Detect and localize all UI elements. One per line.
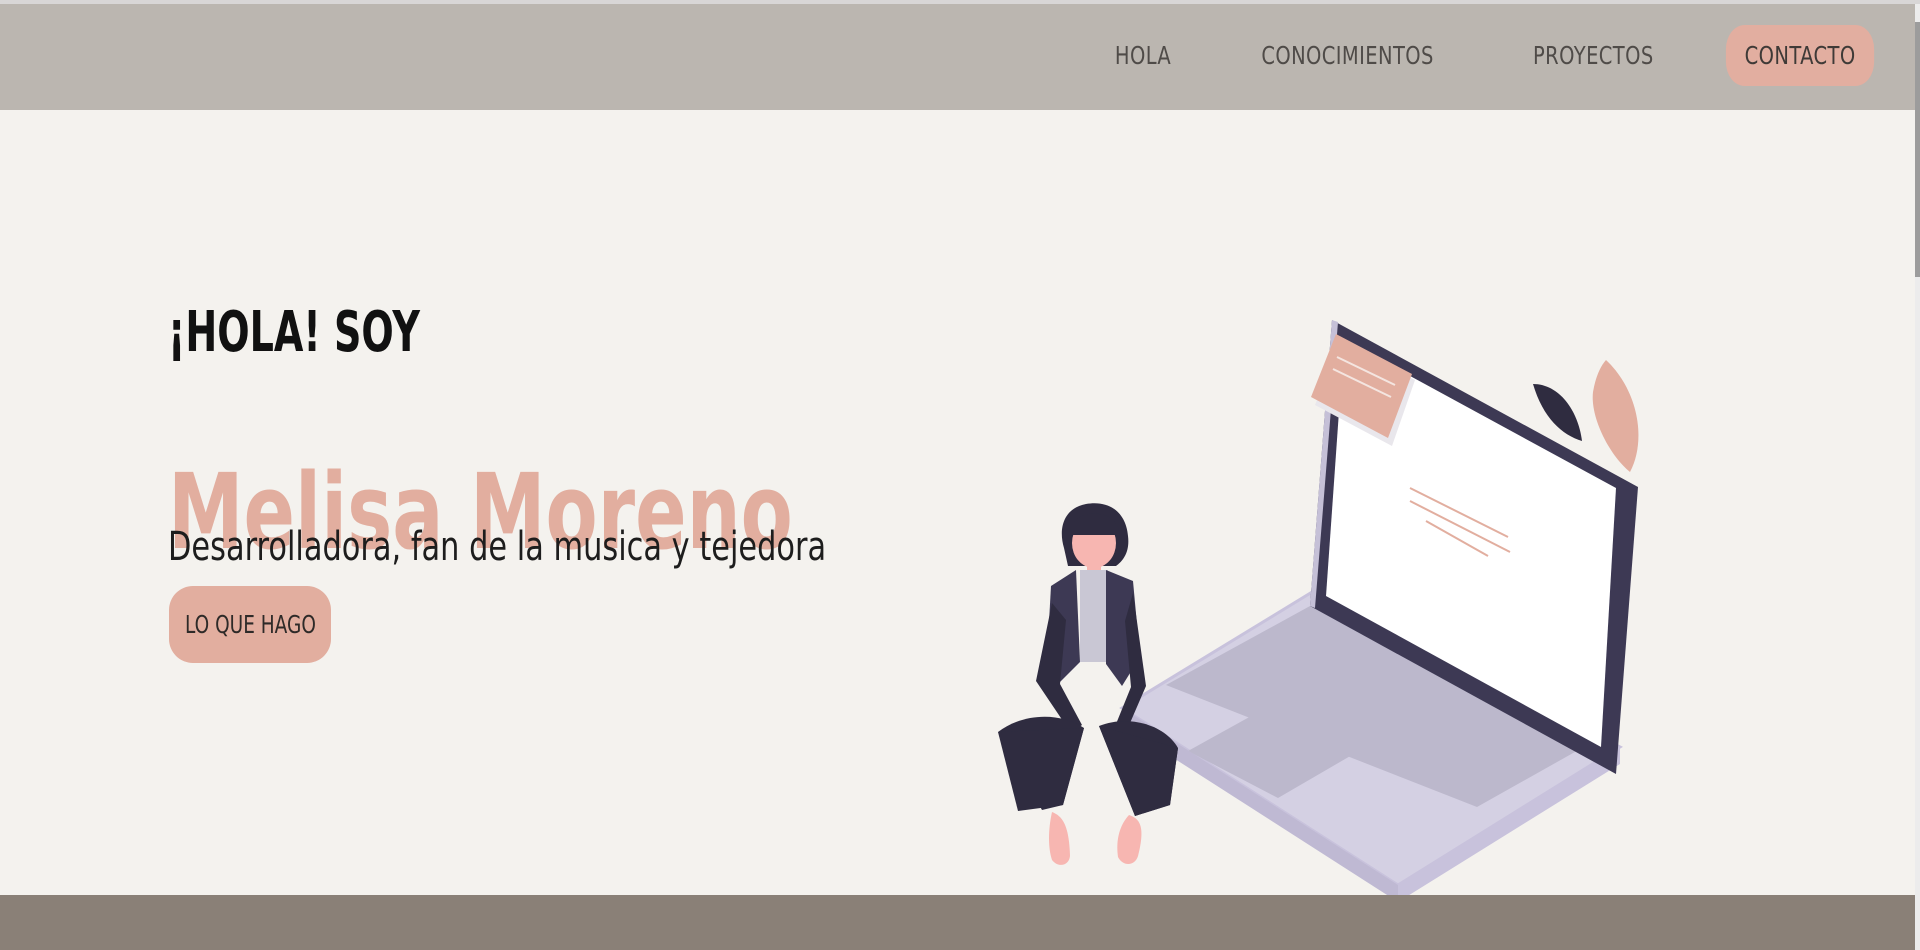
hero-tagline: Desarrolladora, fan de la musica y tejed… xyxy=(168,524,827,570)
woman-laptop-illustration xyxy=(998,320,1639,902)
pink-leaf xyxy=(1592,360,1639,472)
next-section-band xyxy=(0,895,1915,950)
hero-section: ¡HOLA! SOY Melisa Moreno Desarrolladora,… xyxy=(0,110,1915,902)
nav-links: HOLA CONOCIMIENTOS PROYECTOS CONTACTO xyxy=(1083,25,1895,86)
right-foot xyxy=(1117,815,1142,865)
scrollbar-thumb[interactable] xyxy=(1915,22,1920,277)
hero-greeting: ¡HOLA! SOY xyxy=(168,300,420,365)
page: HOLA CONOCIMIENTOS PROYECTOS CONTACTO ¡H… xyxy=(0,0,1920,950)
left-lower-pant xyxy=(998,728,1084,811)
nav-link-proyectos[interactable]: PROYECTOS xyxy=(1514,25,1672,86)
laptop-illustration xyxy=(1119,320,1639,902)
left-foot xyxy=(1049,812,1070,865)
nav-link-hola[interactable]: HOLA xyxy=(1096,25,1190,86)
woman-figure xyxy=(998,503,1178,865)
nav-link-contacto[interactable]: CONTACTO xyxy=(1725,25,1875,86)
scrollbar-track[interactable] xyxy=(1915,4,1920,950)
lo-que-hago-button[interactable]: LO QUE HAGO xyxy=(169,586,331,663)
nav-link-conocimientos[interactable]: CONOCIMIENTOS xyxy=(1243,25,1453,86)
top-navbar: HOLA CONOCIMIENTOS PROYECTOS CONTACTO xyxy=(0,4,1915,110)
dark-leaf xyxy=(1533,384,1582,441)
lo-que-hago-label: LO QUE HAGO xyxy=(184,610,316,639)
shirt xyxy=(1080,570,1108,662)
